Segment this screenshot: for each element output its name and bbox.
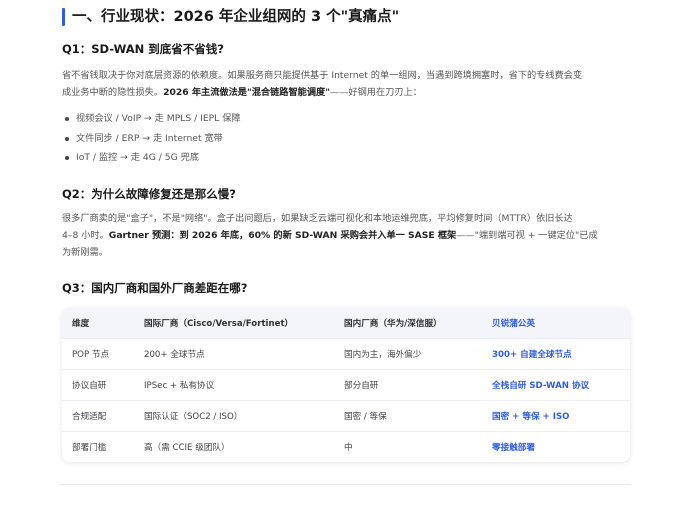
- q3-title: Q3：国内厂商和国外厂商差距在哪?: [62, 281, 248, 295]
- q2-para-line1: 很多厂商卖的是"盒子"，不是"网络"。盒子出问题后，如果缺乏云端可视化和本地运维…: [62, 213, 573, 224]
- q1-bullet-list: 视频会议 / VoIP → 走 MPLS / IEPL 保障 文件同步 / ER…: [62, 109, 630, 168]
- table-cell: 协议自研: [72, 380, 107, 391]
- table-row: 协议自研 IPSec + 私有协议 部分自研 全栈自研 SD-WAN 协议: [62, 369, 630, 400]
- q2-para-line2-tail: ——"端到端可视 + 一键定位"已成: [456, 230, 598, 241]
- list-item-text: 文件同步 / ERP → 走 Internet 宽带: [76, 132, 223, 144]
- table-cell-highlight: 国密 + 等保 + ISO: [492, 411, 570, 422]
- bullet-dot-icon: [65, 117, 69, 121]
- list-item: 视频会议 / VoIP → 走 MPLS / IEPL 保障: [62, 109, 630, 129]
- table-cell-highlight: 全栈自研 SD-WAN 协议: [492, 380, 590, 391]
- q1-paragraph: 省不省钱取决于你对底层资源的依赖度。如果服务商只能提供基于 Internet 的…: [62, 67, 630, 101]
- table-row: 合规适配 国际认证（SOC2 / ISO） 国密 / 等保 国密 + 等保 + …: [62, 400, 630, 431]
- table-cell: 国际认证（SOC2 / ISO）: [144, 411, 243, 422]
- table-cell: 部分自研: [344, 380, 379, 391]
- header-beirui: 贝锐蒲公英: [492, 318, 535, 329]
- table-cell: 部署门槛: [72, 442, 107, 453]
- bullet-dot-icon: [65, 156, 69, 160]
- q1-para-line1: 省不省钱取决于你对底层资源的依赖度。如果服务商只能提供基于 Internet 的…: [62, 70, 583, 81]
- comparison-table-card: 维度 国际厂商（Cisco/Versa/Fortinet） 国内厂商（华为/深信…: [62, 308, 630, 462]
- q2-title: Q2：为什么故障修复还是那么慢?: [62, 187, 236, 201]
- table-cell: 国密 / 等保: [344, 411, 387, 422]
- list-item-text: 视频会议 / VoIP → 走 MPLS / IEPL 保障: [76, 113, 241, 124]
- section-heading-text: 一、行业现状：2026 年企业组网的 3 个"真痛点": [72, 9, 400, 25]
- bullet-dot-icon: [65, 136, 69, 141]
- list-item: 文件同步 / ERP → 走 Internet 宽带: [62, 129, 630, 149]
- table-cell-highlight: 零接触部署: [492, 442, 535, 453]
- table-cell: 合规适配: [72, 411, 107, 422]
- q1-title: Q1：SD-WAN 到底省不省钱?: [62, 42, 224, 56]
- header-international: 国际厂商（Cisco/Versa/Fortinet）: [144, 318, 294, 329]
- list-item: IoT / 监控 → 走 4G / 5G 兜底: [62, 148, 630, 168]
- q2-para-line3: 为新刚需。: [62, 247, 108, 258]
- table-cell: 高（需 CCIE 级团队）: [144, 442, 230, 453]
- table-header-row: 维度 国际厂商（Cisco/Versa/Fortinet） 国内厂商（华为/深信…: [62, 308, 630, 338]
- table-cell-highlight: 300+ 自建全球节点: [492, 349, 572, 360]
- q2-para-line2-pre: 4–8 小时。: [62, 230, 109, 241]
- comparison-table: 维度 国际厂商（Cisco/Versa/Fortinet） 国内厂商（华为/深信…: [62, 308, 630, 462]
- list-item-text: IoT / 监控 → 走 4G / 5G 兜底: [76, 152, 200, 163]
- heading-accent-bar: [62, 8, 65, 26]
- table-row: POP 节点 200+ 全球节点 国内为主，海外偏少 300+ 自建全球节点: [62, 338, 630, 369]
- section-heading: 一、行业现状：2026 年企业组网的 3 个"真痛点": [60, 6, 640, 28]
- q1-para-line2: 成业务中断的隐性损失。: [62, 87, 164, 98]
- table-cell: 200+ 全球节点: [144, 349, 205, 360]
- q1-para-tail: ——好钢用在刀刃上：: [330, 87, 422, 98]
- table-cell: POP 节点: [72, 349, 110, 360]
- header-domestic: 国内厂商（华为/深信服）: [344, 318, 442, 329]
- table-cell: 中: [344, 442, 353, 453]
- section-divider: [60, 484, 630, 485]
- q2-paragraph: 很多厂商卖的是"盒子"，不是"网络"。盒子出问题后，如果缺乏云端可视化和本地运维…: [62, 210, 630, 261]
- q2-para-bold: Gartner 预测：到 2026 年底，60% 的新 SD-WAN 采购会并入…: [108, 230, 457, 241]
- table-row: 部署门槛 高（需 CCIE 级团队） 中 零接触部署: [62, 431, 630, 462]
- table-cell: 国内为主，海外偏少: [344, 349, 422, 360]
- table-cell: IPSec + 私有协议: [144, 380, 215, 391]
- header-dimension: 维度: [72, 318, 90, 329]
- q1-para-bold: 2026 年主流做法是"混合链路智能调度": [163, 87, 331, 98]
